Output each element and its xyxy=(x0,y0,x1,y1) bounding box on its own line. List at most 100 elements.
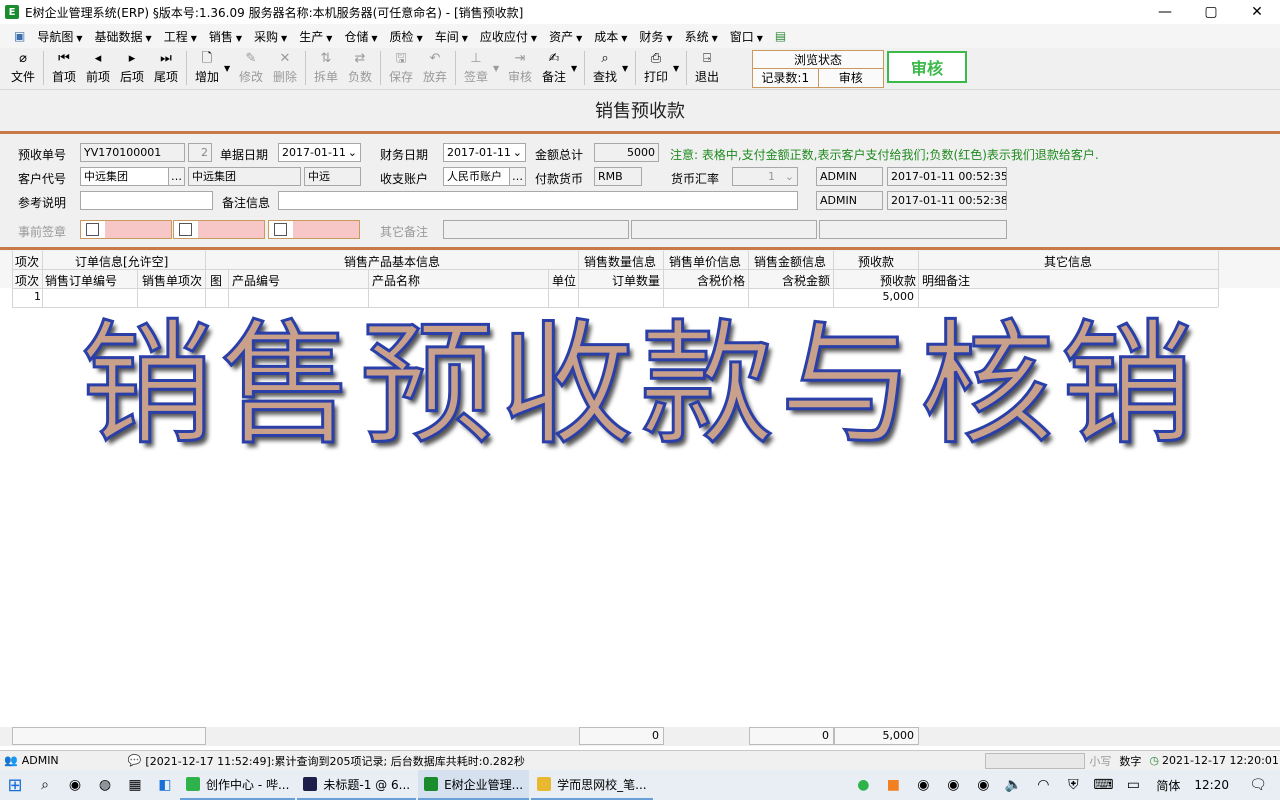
col-prepay[interactable]: 预收款 xyxy=(880,272,916,289)
audit-button[interactable]: 审核 xyxy=(887,51,967,83)
receipt-seq-field[interactable]: 2 xyxy=(188,143,212,162)
app-icon-3[interactable]: ◧ xyxy=(153,773,177,797)
menu-system[interactable]: 系统 ▼ xyxy=(679,28,724,45)
maximize-button[interactable]: ▢ xyxy=(1188,0,1234,24)
presign-checkbox-1[interactable] xyxy=(86,223,99,236)
col-item[interactable]: 项次 xyxy=(15,272,39,289)
app-icon-1[interactable]: ◍ xyxy=(93,773,117,797)
save-button[interactable]: 🖫 保存 xyxy=(384,48,418,88)
find-button[interactable]: ⌕ 查找 xyxy=(588,48,622,88)
notification-icon[interactable]: 🗨 xyxy=(1246,773,1270,797)
col-tax-amount[interactable]: 含税金额 xyxy=(782,272,830,289)
add-label: 增加 xyxy=(194,70,219,84)
taskbar-app-3[interactable]: E树企业管理... xyxy=(418,770,530,800)
menu-production[interactable]: 生产 ▼ xyxy=(293,28,338,45)
keyboard-icon[interactable]: ⌨ xyxy=(1091,773,1115,797)
exit-button[interactable]: ⍈ 退出 xyxy=(690,48,724,88)
taskbar-app-1[interactable]: 创作中心 - 哔... xyxy=(180,770,296,800)
print-dropdown-arrow[interactable]: ▼ xyxy=(673,48,683,73)
col-detail-remark[interactable]: 明细备注 xyxy=(922,272,970,289)
ref-field[interactable] xyxy=(80,191,213,210)
window-layout-icon[interactable]: ▤ xyxy=(769,29,792,43)
col-image[interactable]: 图 xyxy=(210,272,222,289)
next-button[interactable]: ▸ 后项 xyxy=(115,48,149,88)
minimize-button[interactable]: — xyxy=(1142,0,1188,24)
ellipsis-icon[interactable]: … xyxy=(509,168,525,185)
presign-slot-1[interactable] xyxy=(80,220,172,239)
prev-button[interactable]: ◂ 前项 xyxy=(81,48,115,88)
col-product-name[interactable]: 产品名称 xyxy=(372,272,420,289)
fin-date-picker[interactable]: 2017-01-11 ⌄ xyxy=(443,143,526,162)
add-dropdown-arrow[interactable]: ▼ xyxy=(224,48,234,73)
network-icon[interactable]: ◠ xyxy=(1031,773,1055,797)
delete-button[interactable]: ✕ 删除 xyxy=(268,48,302,88)
find-dropdown-arrow[interactable]: ▼ xyxy=(622,48,632,73)
menu-finance[interactable]: 财务 ▼ xyxy=(633,28,678,45)
menu-workshop[interactable]: 车间 ▼ xyxy=(429,28,474,45)
qq-tray-icon[interactable]: ◉ xyxy=(971,773,995,797)
col-product-no[interactable]: 产品编号 xyxy=(232,272,280,289)
shield-icon[interactable]: ⛨ xyxy=(1061,773,1085,797)
qq-tray-icon[interactable]: ◉ xyxy=(941,773,965,797)
rate-field[interactable]: 1 ⌄ xyxy=(732,167,798,186)
first-button[interactable]: ⏮ 首项 xyxy=(47,48,81,88)
taskbar-clock[interactable]: 12:20 xyxy=(1194,778,1229,792)
menu-assets[interactable]: 资产 ▼ xyxy=(543,28,588,45)
presign-checkbox-2[interactable] xyxy=(179,223,192,236)
col-unit[interactable]: 单位 xyxy=(552,272,576,289)
menu-base-data[interactable]: 基础数据 ▼ xyxy=(89,28,158,45)
discard-button[interactable]: ↶ 放弃 xyxy=(418,48,452,88)
negative-button[interactable]: ⇄ 负数 xyxy=(343,48,377,88)
print-button[interactable]: ⎙ 打印 xyxy=(639,48,673,88)
taskbar-app-4[interactable]: 学而思网校_笔... xyxy=(531,770,653,800)
menu-warehouse[interactable]: 仓储 ▼ xyxy=(338,28,383,45)
receipt-no-field[interactable]: YV170100001 xyxy=(80,143,185,162)
close-button[interactable]: ✕ xyxy=(1234,0,1280,24)
menu-purchase[interactable]: 采购 ▼ xyxy=(248,28,293,45)
menu-ar-ap[interactable]: 应收应付 ▼ xyxy=(474,28,543,45)
sign-button[interactable]: ⊥ 签章 xyxy=(459,48,493,88)
presign-checkbox-3[interactable] xyxy=(274,223,287,236)
other-remark-field-2[interactable] xyxy=(631,220,817,239)
menu-quality[interactable]: 质检 ▼ xyxy=(384,28,429,45)
battery-icon[interactable]: ▭ xyxy=(1121,773,1145,797)
col-order-no[interactable]: 销售订单编号 xyxy=(45,272,117,289)
col-order-item[interactable]: 销售单项次 xyxy=(142,272,202,289)
app-icon-2[interactable]: ▦ xyxy=(123,773,147,797)
ellipsis-icon[interactable]: … xyxy=(168,168,184,185)
taskbar-app-2[interactable]: 未标题-1 @ 6... xyxy=(297,770,417,800)
last-button[interactable]: ⏭ 尾项 xyxy=(149,48,183,88)
col-order-qty[interactable]: 订单数量 xyxy=(612,272,660,289)
remark-dropdown-arrow[interactable]: ▼ xyxy=(571,48,581,73)
menu-nav[interactable]: 导航图 ▼ xyxy=(31,28,88,45)
menu-window[interactable]: 窗口 ▼ xyxy=(724,28,769,45)
edit-button[interactable]: ✎ 修改 xyxy=(234,48,268,88)
add-button[interactable]: 🗋 增加 xyxy=(190,48,224,88)
customer-code-field[interactable]: 中远集团… xyxy=(80,167,185,186)
other-remark-field-3[interactable] xyxy=(819,220,1007,239)
other-remark-field-1[interactable] xyxy=(443,220,629,239)
search-icon[interactable]: ⌕ xyxy=(33,773,57,797)
volume-icon[interactable]: 🔈 xyxy=(1001,773,1025,797)
presign-slot-2[interactable] xyxy=(173,220,265,239)
menu-engineering[interactable]: 工程 ▼ xyxy=(158,28,203,45)
qq-icon[interactable]: ◉ xyxy=(63,773,87,797)
remark-button[interactable]: ✍ 备注 xyxy=(537,48,571,88)
wechat-icon[interactable]: ● xyxy=(851,773,875,797)
file-button[interactable]: ⌀ 文件 xyxy=(6,48,40,88)
menu-sales[interactable]: 销售 ▼ xyxy=(203,28,248,45)
col-tax-price[interactable]: 含税价格 xyxy=(697,272,745,289)
sign-dropdown-arrow[interactable]: ▼ xyxy=(493,48,503,73)
doc-date-picker[interactable]: 2017-01-11 ⌄ xyxy=(278,143,361,162)
menu-cost[interactable]: 成本 ▼ xyxy=(588,28,633,45)
presign-slot-3[interactable] xyxy=(268,220,360,239)
menu-app-icon[interactable]: ▣ xyxy=(8,29,31,43)
ime-indicator[interactable]: 简体 xyxy=(1156,777,1180,794)
tray-app-icon[interactable]: ■ xyxy=(881,773,905,797)
qq-tray-icon[interactable]: ◉ xyxy=(911,773,935,797)
split-button[interactable]: ⇅ 拆单 xyxy=(309,48,343,88)
review-button[interactable]: ⇥ 审核 xyxy=(503,48,537,88)
remark-field[interactable] xyxy=(278,191,798,210)
account-field[interactable]: 人民币账户… xyxy=(443,167,526,186)
windows-start-icon[interactable]: ⊞ xyxy=(3,773,27,797)
